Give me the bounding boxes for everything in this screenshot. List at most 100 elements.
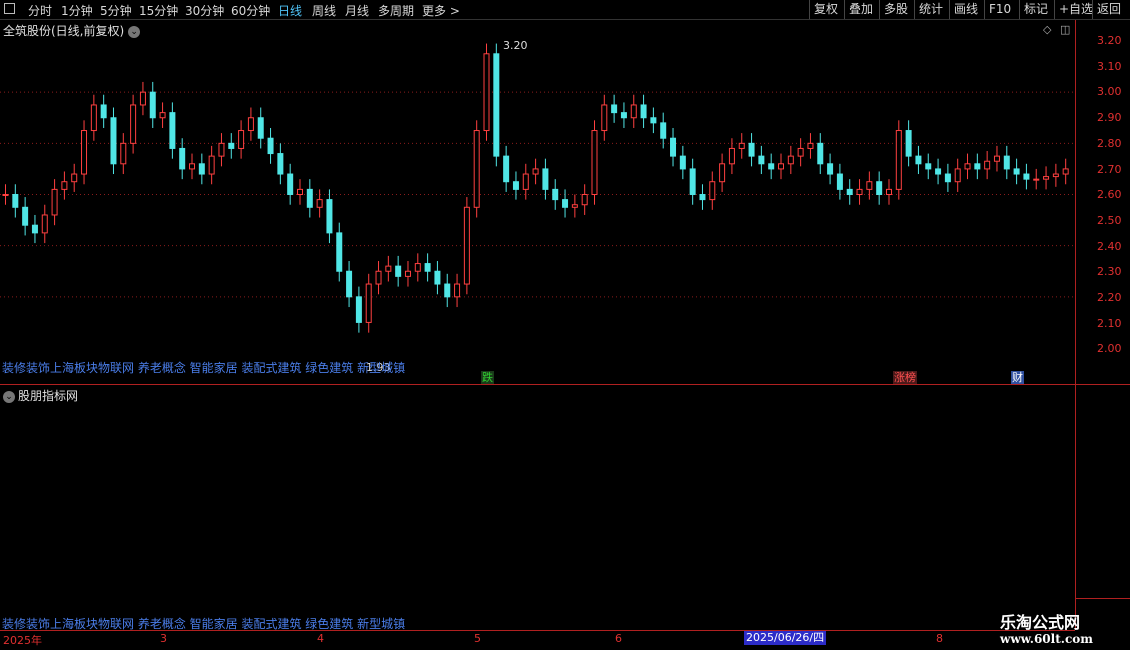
candle-body [1052, 173, 1059, 178]
candle-body [699, 194, 706, 201]
candle-body [247, 117, 254, 132]
candle-body [827, 163, 834, 175]
candle-body [807, 142, 814, 149]
marker-finance[interactable]: 财 [1011, 371, 1024, 384]
candle-body [925, 163, 932, 170]
candle-body [581, 194, 588, 206]
candle-body [139, 91, 146, 106]
candle-body [689, 168, 696, 196]
candle-body [944, 173, 951, 183]
candle-body [738, 142, 745, 149]
candle-body [434, 270, 441, 285]
candle-body [277, 153, 284, 175]
candle-body [650, 117, 657, 124]
candle-body [1003, 155, 1010, 170]
candle-body [61, 181, 68, 190]
candle-body [709, 181, 716, 201]
candle-body [2, 194, 9, 196]
candle-body [110, 117, 117, 165]
candle-body [1013, 168, 1020, 175]
candle-body [296, 188, 303, 195]
candle-body [326, 199, 333, 234]
candle-body [257, 117, 264, 139]
candle-body [31, 224, 38, 234]
candle-body [611, 104, 618, 114]
candle-body [797, 147, 804, 157]
candle-body [719, 163, 726, 183]
candle-body [493, 53, 500, 157]
candle-body [846, 188, 853, 195]
candle-body [512, 181, 519, 190]
candle-body [51, 188, 58, 216]
candle-body [562, 199, 569, 208]
high-price-annotation: 3.20 [503, 39, 528, 52]
candle-body [414, 263, 421, 272]
date-label: 6 [615, 632, 622, 645]
candle-body [179, 147, 186, 170]
candle-body [1043, 176, 1050, 180]
candle-body [876, 181, 883, 195]
candle-body [905, 130, 912, 157]
candle-body [287, 173, 294, 196]
candle-body [571, 204, 578, 208]
candle-body [503, 155, 510, 183]
candle-body [532, 168, 539, 175]
watermark-title: 乐淘公式网 [1000, 613, 1081, 632]
candle-body [316, 199, 323, 208]
candle-body [758, 155, 765, 165]
candle-body [90, 104, 97, 132]
candle-body [375, 270, 382, 285]
price-label: 2.30 [1097, 265, 1122, 278]
candle-body [198, 163, 205, 175]
candle-body [778, 163, 785, 170]
candle-body [660, 122, 667, 139]
indicator-title: ⌄ 股朋指标网 [3, 387, 78, 404]
candle-body [552, 188, 559, 201]
candle-body [670, 137, 677, 157]
candle-body [41, 214, 48, 234]
candle-body [424, 263, 431, 272]
date-label: 8 [936, 632, 943, 645]
candle-body [365, 283, 372, 323]
candle-body [591, 130, 598, 196]
candle-body [120, 142, 127, 165]
price-label: 2.00 [1097, 342, 1122, 355]
date-label: 3 [160, 632, 167, 645]
price-label: 2.50 [1097, 214, 1122, 227]
candlestick-chart[interactable] [0, 0, 1130, 650]
candle-body [620, 112, 627, 119]
candle-body [218, 142, 225, 157]
candle-body [130, 104, 137, 144]
candle-body [984, 160, 991, 170]
candle-body [915, 155, 922, 165]
candle-body [355, 296, 362, 323]
candle-body [856, 188, 863, 195]
candle-body [12, 194, 19, 208]
candle-body [895, 130, 902, 190]
candle-body [395, 265, 402, 277]
candle-body [208, 155, 215, 175]
price-axis-line [1075, 20, 1076, 630]
candle-body [189, 163, 196, 170]
candle-body [522, 173, 529, 190]
indicator-concept-tags: 装修装饰上海板块物联网 养老概念 智能家居 装配式建筑 绿色建筑 新型城镇 [2, 617, 406, 631]
marker-limit-list[interactable]: 涨榜 [893, 371, 917, 384]
candle-body [483, 53, 490, 132]
candle-body [473, 130, 480, 208]
candle-body [228, 142, 235, 149]
candle-body [149, 91, 156, 119]
candle-body [22, 206, 29, 226]
candle-body [964, 163, 971, 170]
marker-fall[interactable]: 跌 [481, 371, 494, 384]
candle-body [601, 104, 608, 132]
chevron-down-icon[interactable]: ⌄ [3, 390, 15, 403]
price-label: 2.80 [1097, 137, 1122, 150]
candle-body [866, 181, 873, 190]
candle-body [169, 112, 176, 149]
candle-body [817, 142, 824, 165]
candle-body [1033, 178, 1040, 181]
price-label: 2.20 [1097, 291, 1122, 304]
indicator-title-text: 股朋指标网 [18, 389, 79, 403]
axis-divider [1075, 598, 1130, 599]
price-label: 2.70 [1097, 163, 1122, 176]
